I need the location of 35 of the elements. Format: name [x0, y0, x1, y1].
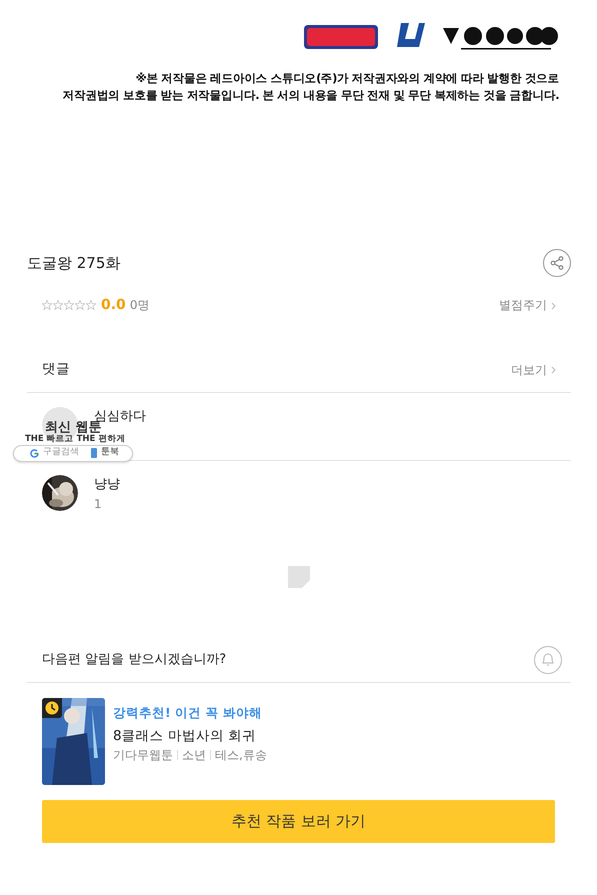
more-link[interactable]: 더보기: [511, 360, 556, 378]
google-icon: [30, 448, 39, 458]
comments-heading: 댓글: [42, 360, 70, 380]
logo-icon: [303, 22, 379, 52]
share-icon: [550, 256, 564, 270]
recommend-meta: 소년: [182, 747, 206, 764]
book-icon: [91, 448, 97, 458]
rating-score: 0.0: [101, 296, 126, 314]
recommend-meta: 테스,류송: [215, 747, 267, 764]
clock-icon: [42, 698, 62, 718]
chevron-icon: [551, 302, 556, 310]
copyright-text: 저작권법의 보호를 받는 저작물입니다. 본 서의 내용을 무단 전재 및 무단 복제하는 것을 금합니다.: [62, 87, 559, 104]
chevron-icon: [551, 366, 556, 374]
rate-link[interactable]: 별점주기: [499, 296, 556, 314]
avatar: [42, 407, 78, 443]
share-button[interactable]: [543, 249, 571, 277]
star-icon: [86, 300, 96, 310]
star-icon: [42, 300, 52, 310]
comment-author: 냥냥: [94, 476, 120, 494]
episode-title: 도굴왕 275화: [27, 252, 120, 274]
comment-text: 1: [94, 496, 103, 512]
rating-count: 0명: [130, 297, 150, 314]
ad-link[interactable]: 툰북: [91, 448, 119, 458]
ad-tagline: THE 빠르고 THE 편하게: [25, 435, 126, 445]
star-icon: [64, 300, 74, 310]
recommend-meta: 기다무웹툰: [113, 747, 173, 764]
recommend-tag: 강력추천! 이건 꼭 봐야해: [113, 704, 267, 723]
notification-question: 다음편 알림을 받으시겠습니까?: [42, 650, 226, 669]
recommend-button[interactable]: 추천 작품 보러 가기: [42, 800, 555, 843]
bell-icon: [541, 652, 555, 667]
recommend-title: 8클래스 마법사의 회귀: [113, 726, 258, 746]
ad-link[interactable]: 구글검색: [30, 448, 79, 458]
copyright-text: ※본 저작물은 레드아이스 스튜디오(주)가 저작권자와의 계약에 따라 발행한 것으로: [134, 70, 559, 87]
star-icon: [53, 300, 63, 310]
star-icon: [75, 300, 85, 310]
